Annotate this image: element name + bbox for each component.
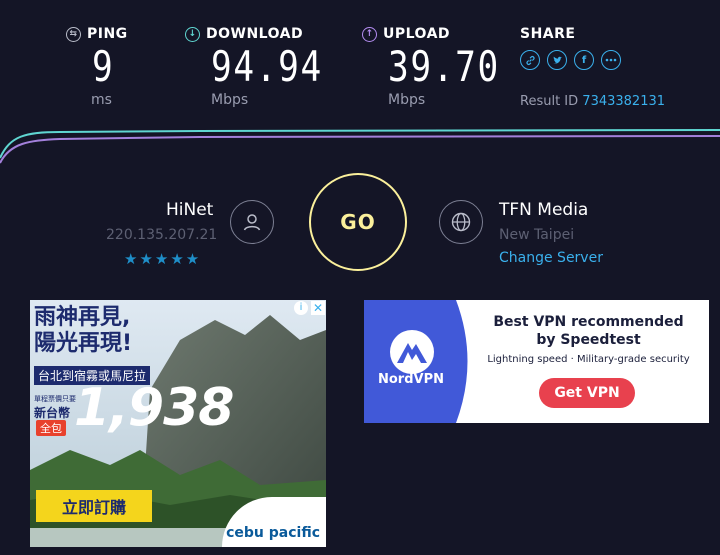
upload-graph-line <box>0 135 720 164</box>
ping-value: 9 <box>92 42 115 91</box>
isp-rating-stars: ★★★★★ <box>124 250 202 268</box>
download-unit: Mbps <box>211 92 249 108</box>
cebu-headline-1: 雨神再見, <box>34 305 131 330</box>
upload-unit: Mbps <box>388 92 426 108</box>
speed-graph <box>0 129 720 164</box>
vpn-title: Best VPN recommended <box>493 314 684 330</box>
cebu-cta-button[interactable]: 立即訂購 <box>36 490 153 522</box>
share-label: SHARE <box>520 26 576 42</box>
link-icon[interactable] <box>520 50 540 70</box>
close-ad-icon[interactable]: ✕ <box>311 301 325 315</box>
download-graph-line <box>0 129 720 159</box>
nordvpn-panel <box>364 300 468 423</box>
isp-ip: 220.135.207.21 <box>106 227 218 243</box>
upload-icon: ↑ <box>362 26 377 42</box>
cebu-all-in: 全包 <box>36 420 66 436</box>
cebu-headline-2: 陽光再現! <box>34 331 133 356</box>
server-location: New Taipei <box>499 227 575 243</box>
ping-unit: ms <box>91 92 112 108</box>
vpn-subtitle: by Speedtest <box>536 332 641 348</box>
upload-label: UPLOAD <box>383 26 451 42</box>
share-section: SHARE f <box>520 26 621 70</box>
facebook-icon[interactable]: f <box>574 50 594 70</box>
go-button[interactable]: GO <box>309 173 407 271</box>
ping-stat: ⇆ PING 9 ms <box>66 26 128 108</box>
change-server-link[interactable]: Change Server <box>499 250 603 266</box>
nordvpn-ad[interactable]: NordVPN Best VPN recommended by Speedtes… <box>364 300 709 423</box>
upload-value: 39.70 <box>388 42 500 91</box>
nordvpn-brand: NordVPN <box>378 372 444 387</box>
more-icon[interactable] <box>601 50 621 70</box>
ping-label: PING <box>87 26 128 42</box>
vpn-features: Lightning speed · Military-grade securit… <box>487 354 690 365</box>
cebu-price-note: 單程票價只要 <box>34 395 76 403</box>
result-label: Result ID <box>520 94 579 109</box>
ping-icon: ⇆ <box>66 26 81 42</box>
go-label: GO <box>340 210 376 234</box>
cebu-brand: cebu pacific <box>226 525 320 541</box>
cebu-price: 1,938 <box>74 378 234 438</box>
cebu-ad[interactable]: 雨神再見, 陽光再現! 台北到宿霧或馬尼拉 單程票價只要 新台幣 全包 1,93… <box>30 300 326 547</box>
user-icon <box>230 200 274 244</box>
cebu-currency: 新台幣 <box>34 406 71 420</box>
isp-name: HiNet <box>166 200 214 220</box>
result-id: Result ID 7343382131 <box>520 94 665 109</box>
get-vpn-button[interactable]: Get VPN <box>539 378 635 408</box>
result-id-value[interactable]: 7343382131 <box>582 94 665 109</box>
server-name: TFN Media <box>499 200 589 220</box>
download-value: 94.94 <box>211 42 323 91</box>
upload-stat: ↑ UPLOAD 39.70 Mbps <box>362 26 524 108</box>
download-stat: ↓ DOWNLOAD 94.94 Mbps <box>185 26 347 108</box>
globe-icon <box>439 200 483 244</box>
twitter-icon[interactable] <box>547 50 567 70</box>
download-label: DOWNLOAD <box>206 26 304 42</box>
download-icon: ↓ <box>185 26 200 42</box>
adchoices-icon[interactable]: i <box>294 301 308 315</box>
